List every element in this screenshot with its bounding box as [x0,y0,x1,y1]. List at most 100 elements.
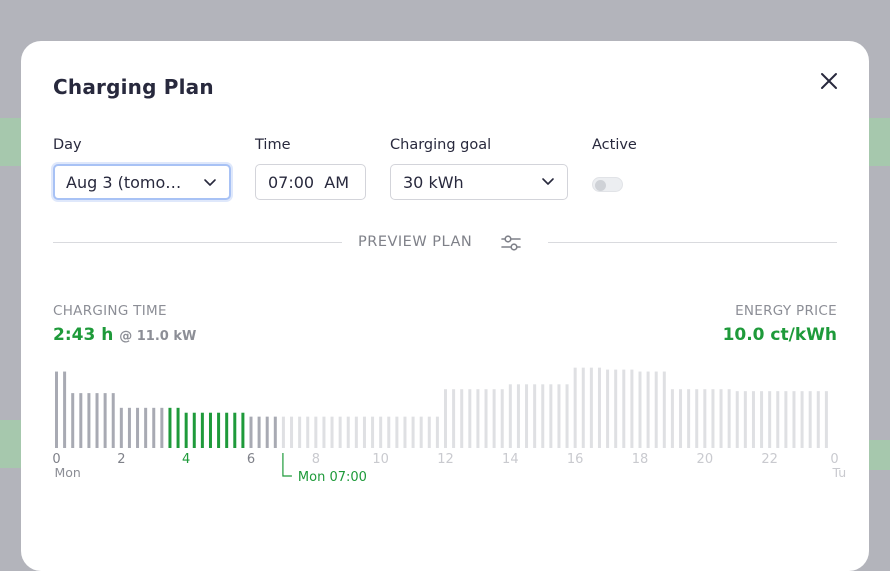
price-bar [435,416,439,448]
price-bar [751,391,755,448]
price-bar [711,389,715,448]
price-bar [808,391,812,448]
price-bar [119,407,123,448]
x-tick-label: 10 [372,452,389,467]
price-bar [816,391,820,448]
price-bar [379,416,383,448]
price-bar [95,393,99,448]
price-bar [589,367,593,448]
price-bar [208,412,212,448]
price-bar [695,389,699,448]
price-bar [362,416,366,448]
price-bar [516,384,520,448]
price-bar [444,389,447,448]
price-bar [63,371,67,448]
price-bar [241,412,245,448]
price-bar [460,389,464,448]
price-bar [630,369,634,448]
price-bar [614,369,618,448]
price-bar [525,384,529,448]
price-bar [273,416,277,448]
x-tick-label: 16 [567,452,584,467]
price-bar [687,389,691,448]
price-bar [111,393,115,448]
price-bar [371,416,375,448]
price-bar [160,407,164,448]
x-tick-label: 12 [437,452,454,467]
price-bar [184,412,188,448]
price-bar [338,416,342,448]
x-tick-label: 6 [247,452,255,467]
price-bar [354,416,358,448]
price-bar [768,391,772,448]
price-bar [784,391,788,448]
charging-plan-modal: Charging Plan Day Aug 3 (tomorrow) Time … [21,41,869,571]
price-bar [792,391,796,448]
price-bar [606,369,610,448]
price-bar [298,416,302,448]
price-bar [670,389,674,448]
price-bar [573,367,577,448]
x-tick-label: 22 [761,452,778,467]
price-bar [492,389,496,448]
price-bar [500,389,504,448]
price-bar [79,393,83,448]
price-bar [71,393,75,448]
price-bar [411,416,415,448]
price-bar [322,416,326,448]
price-bar [743,391,747,448]
price-bar [654,371,658,448]
x-tick-label: 18 [632,452,649,467]
x-tick-sublabel: Mon [55,465,81,480]
target-marker-label: Mon 07:00 [298,470,367,485]
price-bar [597,367,601,448]
background-stripe [868,440,890,470]
price-bar [662,371,666,448]
price-bar [776,391,780,448]
price-bar [557,384,561,448]
price-bar [760,391,764,448]
price-bar [703,389,707,448]
price-bar [330,416,334,448]
price-bar [176,407,180,448]
price-bar [419,416,423,448]
price-bar [727,389,731,448]
price-bar [103,393,107,448]
background-stripe [0,420,22,468]
background-stripe [868,118,890,166]
price-bar [233,412,237,448]
price-bar [719,389,723,448]
price-bar [306,416,310,448]
price-bar [387,416,391,448]
price-bar [144,407,148,448]
price-bar [508,384,512,448]
price-bar [581,367,585,448]
x-tick-label: 4 [182,452,190,467]
price-bar [225,412,229,448]
price-bar [679,389,683,448]
price-bar [824,391,828,448]
price-bar [403,416,407,448]
price-bar [638,371,642,448]
price-bar [533,384,537,448]
price-bar [136,407,140,448]
price-bar [281,416,285,448]
price-bar [200,412,204,448]
target-marker-line [282,453,292,477]
x-tick-label: 20 [697,452,714,467]
price-bar [395,416,399,448]
price-bar [484,389,488,448]
price-bar [549,384,553,448]
price-bar [646,371,650,448]
price-bar [565,384,569,448]
price-bar [192,412,196,448]
price-bar [346,416,350,448]
price-bar [314,416,318,448]
x-tick-label: 14 [502,452,519,467]
price-bar [127,407,131,448]
x-tick-sublabel: Tu [832,465,847,480]
price-chart: 0Mon2 4 6 8 10 12 14 16 18 20 22 0TuMon 07:00 [52,367,847,485]
background-stripe [0,118,22,166]
price-bar [541,384,545,448]
price-bar [735,391,739,448]
